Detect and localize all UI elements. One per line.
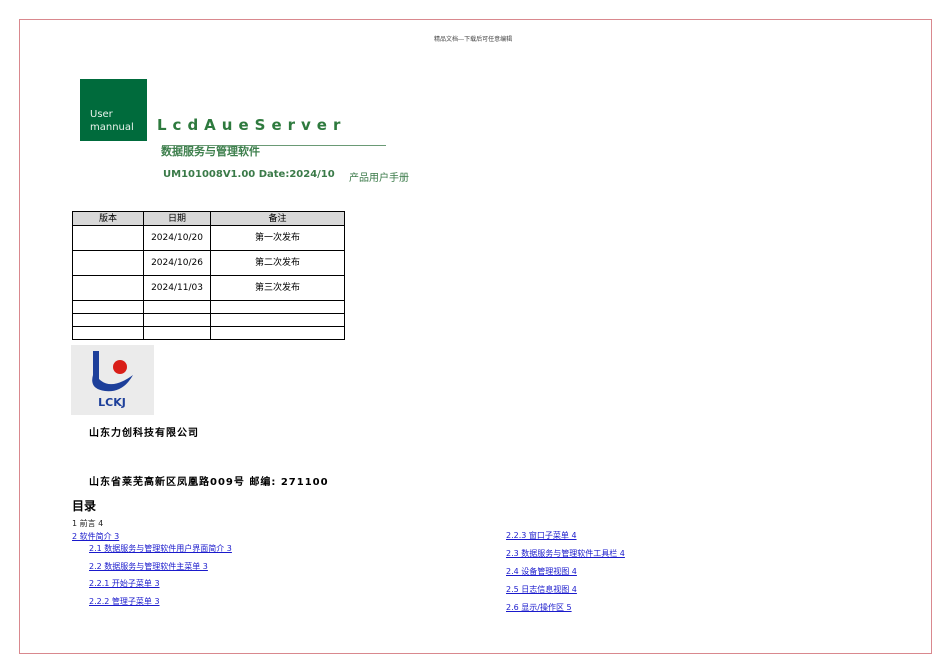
company-logo: LCKJ — [71, 345, 154, 415]
doc-id: UM101008V1.00 Date:2024/10 — [163, 169, 335, 180]
toc-item[interactable]: 2.2.3 窗口子菜单 4 — [506, 530, 577, 541]
toc-item[interactable]: 1 前言 4 — [72, 518, 103, 529]
cell: 2024/10/20 — [143, 225, 211, 251]
cell — [72, 313, 144, 327]
toc-item[interactable]: 2.2.2 管理子菜单 3 — [89, 596, 160, 607]
col-header: 备注 — [210, 211, 345, 226]
toc-item[interactable]: 2.2 数据服务与管理软件主菜单 3 — [89, 561, 208, 572]
cell — [143, 326, 211, 340]
toc-item[interactable]: 2.2.1 开始子菜单 3 — [89, 578, 160, 589]
cell — [72, 275, 144, 301]
doc-subtitle: 数据服务与管理软件 — [161, 145, 260, 158]
cell: 第一次发布 — [210, 225, 345, 251]
table-row: 2024/10/20 第一次发布 — [72, 225, 345, 251]
cell — [210, 326, 345, 340]
revision-table: 版本 日期 备注 2024/10/20 第一次发布 2024/10/26 第二次发布 2… — [72, 211, 345, 340]
toc-item[interactable]: 2.1 数据服务与管理软件用户界面简介 3 — [89, 543, 232, 554]
badge-line2: mannual — [90, 122, 134, 133]
header-note: 精品文档---下载后可任意编辑 — [434, 36, 513, 43]
cell — [72, 250, 144, 276]
cell — [72, 300, 144, 314]
cell — [143, 313, 211, 327]
cell — [72, 326, 144, 340]
toc-item[interactable]: 2.6 显示/操作区 5 — [506, 602, 572, 613]
doc-type: 产品用户手册 — [349, 173, 409, 184]
toc-item[interactable]: 2.4 设备管理视图 4 — [506, 566, 577, 577]
badge-line1: User — [90, 109, 113, 120]
cell: 2024/10/26 — [143, 250, 211, 276]
cell: 第二次发布 — [210, 250, 345, 276]
table-row — [72, 313, 345, 327]
toc-item[interactable]: 2.3 数据服务与管理软件工具栏 4 — [506, 548, 625, 559]
col-header: 日期 — [143, 211, 211, 226]
cell: 2024/11/03 — [143, 275, 211, 301]
table-row: 2024/10/26 第二次发布 — [72, 250, 345, 276]
table-row: 2024/11/03 第三次发布 — [72, 275, 345, 301]
toc-title: 目录 — [72, 499, 97, 513]
svg-text:LCKJ: LCKJ — [98, 396, 126, 409]
cell — [72, 225, 144, 251]
table-row — [72, 300, 345, 314]
toc-item[interactable]: 2.5 日志信息视图 4 — [506, 584, 577, 595]
col-header: 版本 — [72, 211, 144, 226]
cell — [210, 300, 345, 314]
cell: 第三次发布 — [210, 275, 345, 301]
toc-item[interactable]: 2 软件简介 3 — [72, 531, 119, 542]
doc-title: LcdAueServer — [157, 116, 347, 134]
table-row — [72, 326, 345, 340]
company-address: 山东省莱芜高新区凤凰路009号 邮编: 271100 — [89, 477, 329, 488]
cell — [143, 300, 211, 314]
cell — [210, 313, 345, 327]
user-manual-badge: User mannual — [80, 79, 147, 141]
company-name: 山东力创科技有限公司 — [89, 428, 199, 439]
